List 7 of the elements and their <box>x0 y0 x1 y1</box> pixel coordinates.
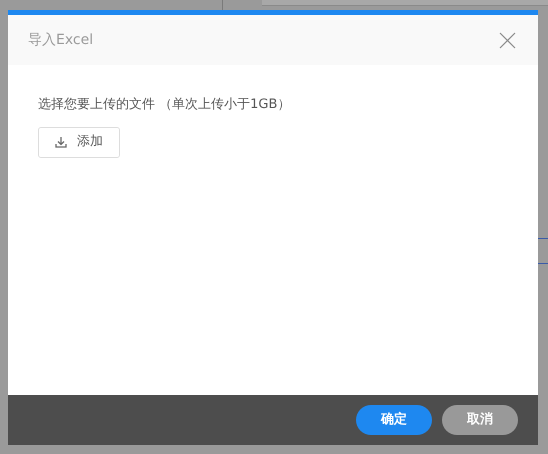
dialog-title: 导入Excel <box>28 30 94 50</box>
upload-instruction: 选择您要上传的文件 （单次上传小于1GB） <box>38 96 290 114</box>
download-icon <box>55 136 67 148</box>
dialog-button[interactable]: 确定 <box>356 405 432 435</box>
dialog-button[interactable]: 取消 <box>442 405 518 435</box>
close-icon[interactable] <box>499 32 516 48</box>
add-button[interactable]: 添加 <box>38 126 120 158</box>
